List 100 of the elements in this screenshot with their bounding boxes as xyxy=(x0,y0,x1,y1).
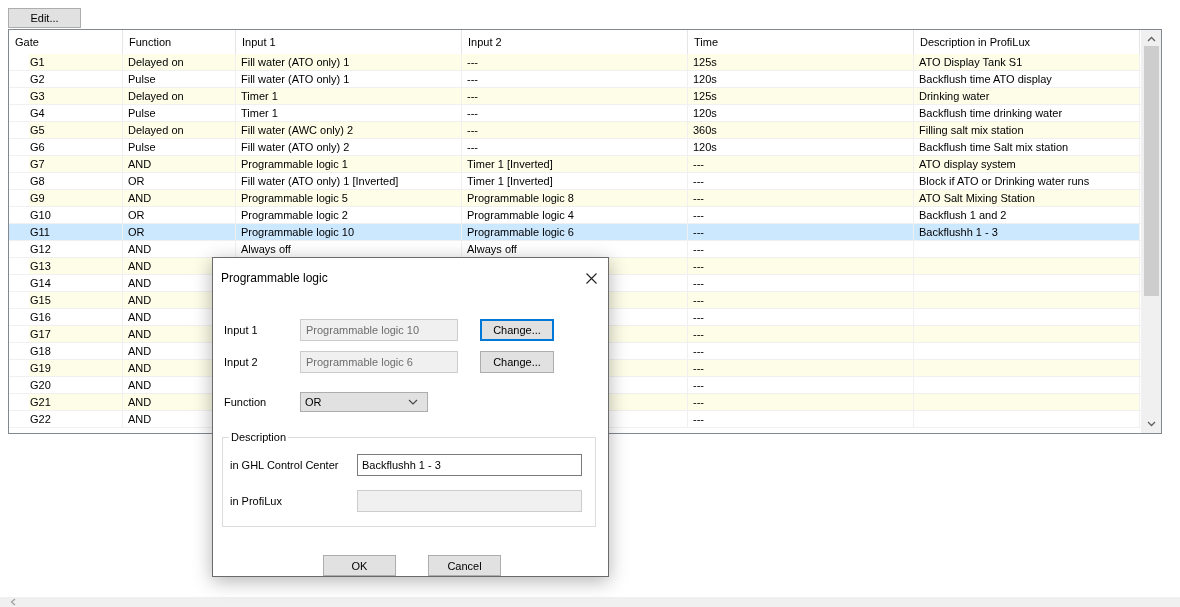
table-cell: G8 xyxy=(30,175,45,187)
table-cell: --- xyxy=(467,90,478,102)
table-cell: Programmable logic 5 xyxy=(241,192,348,204)
table-cell: --- xyxy=(467,107,478,119)
table-cell: G6 xyxy=(30,141,45,153)
table-cell: --- xyxy=(693,226,704,238)
table-cell: --- xyxy=(693,294,704,306)
table-cell: G10 xyxy=(30,209,51,221)
table-cell: 125s xyxy=(693,56,717,68)
table-cell: --- xyxy=(467,124,478,136)
table-cell: Backflush time ATO display xyxy=(919,73,1052,85)
table-cell: Backflush time drinking water xyxy=(919,107,1063,119)
table-cell: Fill water (ATO only) 1 [Inverted] xyxy=(241,175,399,187)
table-cell: Backflush 1 and 2 xyxy=(919,209,1007,221)
table-cell: --- xyxy=(693,345,704,357)
table-cell: 120s xyxy=(693,141,717,153)
table-cell: --- xyxy=(693,158,704,170)
table-cell: --- xyxy=(693,413,704,425)
field-label: Function xyxy=(224,396,268,408)
field-label: in ProfiLux xyxy=(230,495,283,507)
table-cell: G12 xyxy=(30,243,51,255)
table-cell: G9 xyxy=(30,192,45,204)
table-cell: G2 xyxy=(30,73,45,85)
table-cell: Timer 1 [Inverted] xyxy=(467,158,553,170)
table-cell: Fill water (ATO only) 2 xyxy=(241,141,350,153)
table-cell: Programmable logic 8 xyxy=(467,192,574,204)
table-cell: AND xyxy=(128,345,152,357)
table-cell: --- xyxy=(693,277,704,289)
table-cell: OR xyxy=(128,226,145,238)
table-cell: ATO display system xyxy=(919,158,1016,170)
table-cell: AND xyxy=(128,362,152,374)
table-cell: 120s xyxy=(693,107,717,119)
table-cell: --- xyxy=(693,209,704,221)
table-cell: --- xyxy=(693,328,704,340)
table-cell: Timer 1 [Inverted] xyxy=(467,175,553,187)
readonly-field: Programmable logic 10 xyxy=(300,319,458,341)
dialog-title: Programmable logic xyxy=(221,271,328,285)
table-cell: Programmable logic 6 xyxy=(467,226,574,238)
table-cell: Filling salt mix station xyxy=(919,124,1024,136)
table-cell: Timer 1 xyxy=(241,107,278,119)
table-cell: AND xyxy=(128,260,152,272)
table-cell: Delayed on xyxy=(128,90,184,102)
table-cell: Pulse xyxy=(128,107,156,119)
table-cell: AND xyxy=(128,243,152,255)
table-cell: Block if ATO or Drinking water runs xyxy=(919,175,1090,187)
table-cell: --- xyxy=(693,311,704,323)
table-cell: G20 xyxy=(30,379,51,391)
table-cell: 120s xyxy=(693,73,717,85)
table-cell: --- xyxy=(693,175,704,187)
table-cell: G7 xyxy=(30,158,45,170)
table-cell: ATO Display Tank S1 xyxy=(919,56,1023,68)
table-cell: G22 xyxy=(30,413,51,425)
table-cell: Programmable logic 2 xyxy=(241,209,348,221)
field-label: Input 1 xyxy=(224,324,259,336)
table-cell: --- xyxy=(693,260,704,272)
table-cell: --- xyxy=(693,396,704,408)
table-cell: Pulse xyxy=(128,141,156,153)
table-cell: OR xyxy=(128,209,145,221)
table-cell: AND xyxy=(128,158,152,170)
table-cell: G13 xyxy=(30,260,51,272)
table-cell: G3 xyxy=(30,90,45,102)
table-cell: Pulse xyxy=(128,73,156,85)
table-cell: G17 xyxy=(30,328,51,340)
table-cell: Fill water (ATO only) 1 xyxy=(241,56,350,68)
table-cell: Backflush time Salt mix station xyxy=(919,141,1069,153)
table-cell: Timer 1 xyxy=(241,90,278,102)
table-cell: Programmable logic 10 xyxy=(241,226,355,238)
table-cell: Delayed on xyxy=(128,124,184,136)
table-cell: AND xyxy=(128,192,152,204)
table-cell: G21 xyxy=(30,396,51,408)
table-cell: Delayed on xyxy=(128,56,184,68)
table-cell: AND xyxy=(128,328,152,340)
table-cell: Backflushh 1 - 3 xyxy=(919,226,998,238)
table-cell: G18 xyxy=(30,345,51,357)
table-cell: 125s xyxy=(693,90,717,102)
table-cell: AND xyxy=(128,277,152,289)
field-label: in GHL Control Center xyxy=(230,459,340,471)
table-cell: ATO Salt Mixing Station xyxy=(919,192,1035,204)
table-cell: Programmable logic 1 xyxy=(241,158,348,170)
table-cell: AND xyxy=(128,379,152,391)
table-cell: AND xyxy=(128,311,152,323)
table-cell: G5 xyxy=(30,124,45,136)
table-cell: Fill water (ATO only) 1 xyxy=(241,73,350,85)
table-cell: --- xyxy=(467,73,478,85)
table-cell: G11 xyxy=(30,226,50,238)
table-cell: G4 xyxy=(30,107,45,119)
table-cell: OR xyxy=(128,175,145,187)
table-cell: Programmable logic 4 xyxy=(467,209,574,221)
readonly-field: Programmable logic 6 xyxy=(300,351,458,373)
table-cell: G15 xyxy=(30,294,51,306)
table-cell: --- xyxy=(467,56,478,68)
table-cell: G19 xyxy=(30,362,51,374)
table-cell: --- xyxy=(693,243,704,255)
table-cell: Drinking water xyxy=(919,90,990,102)
table-cell: AND xyxy=(128,396,152,408)
table-cell: Always off xyxy=(467,243,517,255)
table-cell: --- xyxy=(693,192,704,204)
table-cell: --- xyxy=(467,141,478,153)
table-cell: G1 xyxy=(30,56,45,68)
table-cell: --- xyxy=(693,362,704,374)
